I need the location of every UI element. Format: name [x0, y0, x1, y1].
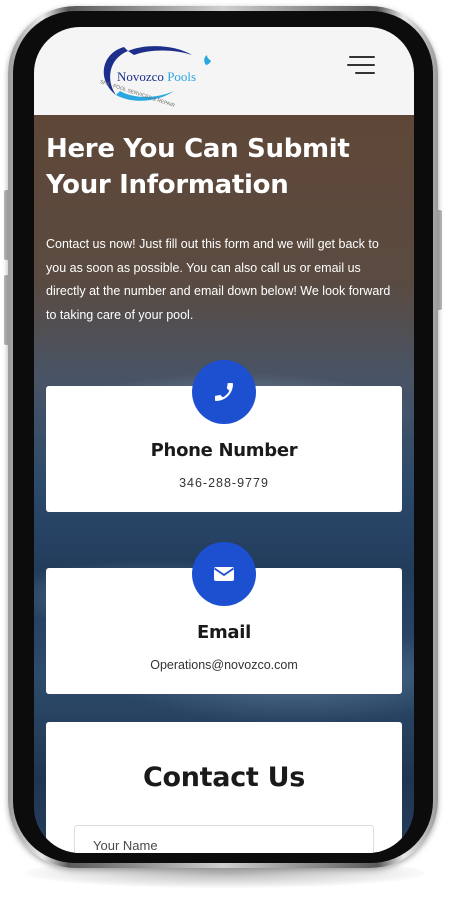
- email-card-title: Email: [196, 622, 252, 643]
- phone-screen: Novozco Pools SPA · POOL SERVICES & REPA…: [34, 27, 414, 853]
- logo[interactable]: Novozco Pools SPA · POOL SERVICES & REPA…: [94, 39, 214, 109]
- phone-number[interactable]: 346-288-9779: [46, 476, 402, 490]
- menu-bar: [347, 64, 375, 66]
- site-header: Novozco Pools SPA · POOL SERVICES & REPA…: [34, 27, 414, 115]
- phone-card: Phone Number 346-288-9779: [46, 360, 402, 512]
- envelope-icon: [213, 567, 235, 581]
- name-input[interactable]: [74, 825, 374, 853]
- contact-form-card: Contact Us: [46, 722, 402, 853]
- phone-card-title: Phone Number: [150, 440, 298, 461]
- menu-bar: [355, 72, 375, 74]
- email-address[interactable]: Operations@novozco.com: [46, 658, 402, 672]
- phone-icon: [215, 383, 233, 401]
- intro-text: Contact us now! Just fill out this form …: [46, 237, 391, 322]
- page-title: Here You Can Submit Your Information: [46, 134, 350, 200]
- contact-form-title: Contact Us: [142, 762, 306, 793]
- menu-bar: [349, 56, 375, 58]
- email-card: Email Operations@novozco.com: [46, 542, 402, 694]
- logo-text: Novozco Pools: [117, 69, 197, 84]
- email-icon-circle[interactable]: [192, 542, 256, 606]
- phone-icon-circle[interactable]: [192, 360, 256, 424]
- menu-toggle-button[interactable]: [347, 52, 377, 78]
